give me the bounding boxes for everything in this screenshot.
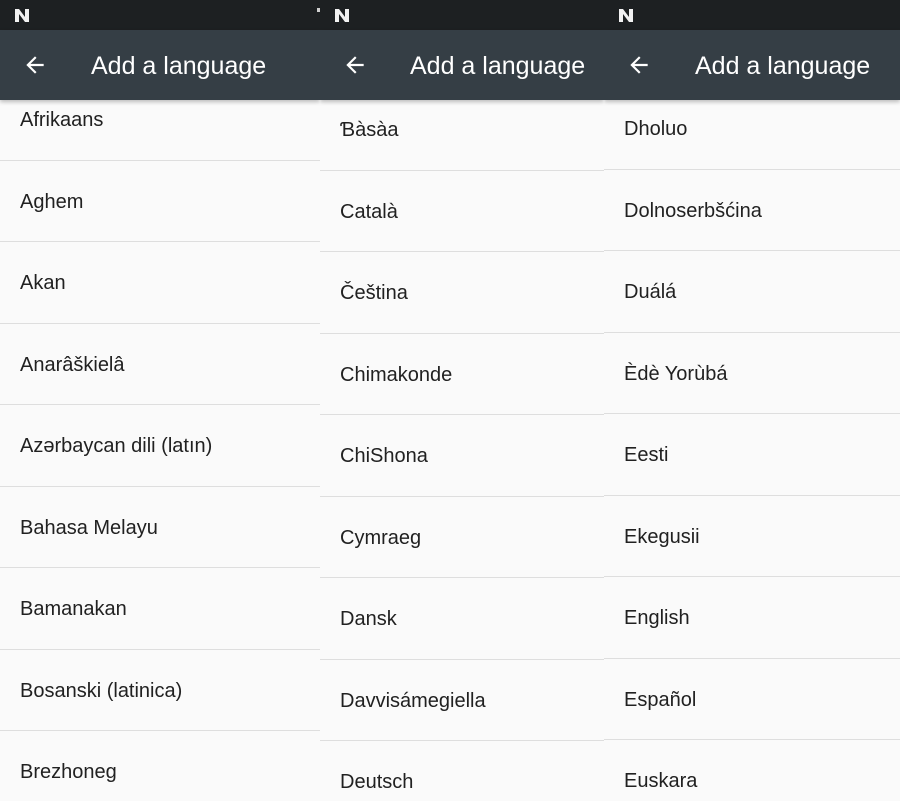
language-item[interactable]: Eesti [604, 414, 900, 496]
language-label: Aghem [20, 190, 84, 213]
status-bar [320, 0, 604, 30]
language-label: Čeština [340, 282, 408, 304]
language-label: Ɓàsàa [340, 119, 399, 141]
language-label: Dolnoserbšćina [624, 199, 762, 222]
language-list: Ɓàsàa Català Čeština Chimakonde ChiShona… [320, 89, 604, 801]
language-item[interactable]: Dolnoserbšćina [604, 170, 900, 251]
android-nougat-n-icon [335, 9, 349, 22]
arrow-back-icon[interactable] [342, 52, 368, 78]
language-item[interactable]: Azərbaycan dili (latın) [0, 405, 320, 487]
language-item[interactable]: Brezhoneg [0, 731, 320, 801]
arrow-back-icon[interactable] [626, 52, 652, 78]
language-label: Davvisámegiella [340, 689, 486, 712]
language-label: Ekegusii [624, 525, 700, 548]
language-label: Eesti [624, 444, 669, 466]
screen-panel-3: Dholuo Dolnoserbšćina Duálá Èdè Yorùbá E… [604, 0, 900, 801]
screen-panel-2: Ɓàsàa Català Čeština Chimakonde ChiShona… [320, 0, 604, 801]
language-label: Bamanakan [20, 598, 127, 620]
android-nougat-n-icon [619, 9, 633, 22]
language-item[interactable]: Español [604, 659, 900, 740]
language-item[interactable]: Deutsch [320, 741, 604, 801]
language-label: Català [340, 200, 398, 223]
language-item[interactable]: English [604, 577, 900, 659]
language-item[interactable]: Dansk [320, 578, 604, 660]
language-item[interactable]: Akan [0, 242, 320, 324]
language-label: Afrikaans [20, 109, 104, 131]
screen-panel-1: Afrikaans Aghem Akan Anarâškielâ Azərbay… [0, 0, 320, 801]
language-label: Brezhoneg [20, 761, 117, 783]
language-item[interactable]: Dholuo [604, 88, 900, 170]
status-bar [604, 0, 900, 30]
language-item[interactable]: Davvisámegiella [320, 660, 604, 741]
language-item[interactable]: Aghem [0, 161, 320, 242]
language-label: Azərbaycan dili (latın) [20, 435, 213, 457]
language-item[interactable]: Bosanski (latinica) [0, 650, 320, 731]
language-label: ChiShona [340, 445, 428, 467]
language-item[interactable]: Duálá [604, 251, 900, 333]
language-item[interactable]: Ekegusii [604, 496, 900, 577]
language-item[interactable]: Català [320, 171, 604, 252]
app-bar: Add a language [604, 30, 900, 100]
language-item[interactable]: Bamanakan [0, 568, 320, 650]
language-label: Bosanski (latinica) [20, 679, 183, 702]
language-item[interactable]: Čeština [320, 252, 604, 334]
page-title: Add a language [91, 52, 267, 80]
language-label: Bahasa Melayu [20, 516, 158, 539]
language-label: Akan [20, 272, 66, 294]
language-label: Español [624, 688, 697, 711]
app-bar: Add a language [320, 30, 604, 100]
language-list: Dholuo Dolnoserbšćina Duálá Èdè Yorùbá E… [604, 88, 900, 801]
language-label: Dansk [340, 608, 397, 630]
language-label: Èdè Yorùbá [624, 362, 728, 385]
language-item[interactable]: Bahasa Melayu [0, 487, 320, 568]
page-title: Add a language [410, 52, 586, 80]
language-label: Cymraeg [340, 526, 422, 549]
language-item[interactable]: Cymraeg [320, 497, 604, 578]
arrow-back-icon[interactable] [22, 52, 48, 78]
page-title: Add a language [695, 52, 871, 80]
app-bar: Add a language [0, 30, 320, 100]
language-item[interactable]: Èdè Yorùbá [604, 333, 900, 414]
language-list: Afrikaans Aghem Akan Anarâškielâ Azərbay… [0, 79, 320, 801]
language-item[interactable]: Anarâškielâ [0, 324, 320, 405]
language-label: Euskara [624, 770, 698, 792]
language-label: Dholuo [624, 118, 688, 140]
status-bar [0, 0, 320, 30]
language-label: Deutsch [340, 771, 414, 793]
language-label: Duálá [624, 281, 677, 303]
language-label: English [624, 607, 690, 629]
android-nougat-n-icon [15, 9, 29, 22]
language-item[interactable]: Chimakonde [320, 334, 604, 415]
language-item[interactable]: Ɓàsàa [320, 89, 604, 171]
language-item[interactable]: Euskara [604, 740, 900, 801]
language-label: Anarâškielâ [20, 353, 125, 376]
language-item[interactable]: ChiShona [320, 415, 604, 497]
language-label: Chimakonde [340, 363, 453, 386]
